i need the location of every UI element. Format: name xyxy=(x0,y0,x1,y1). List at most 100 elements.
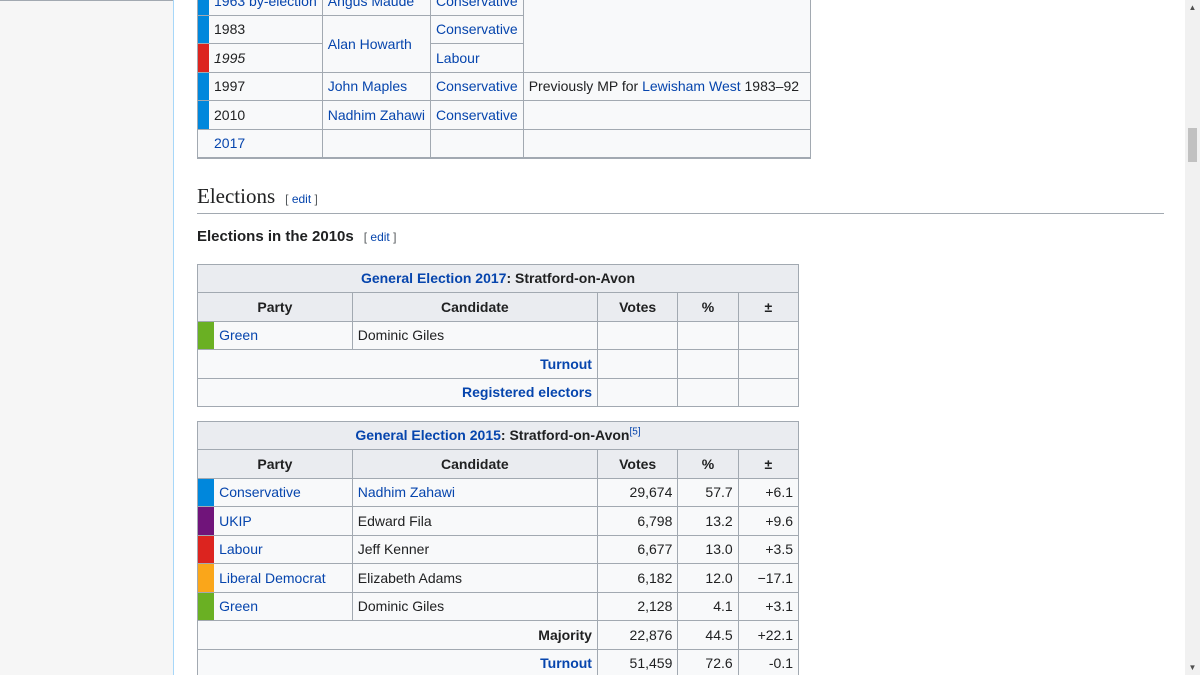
scroll-down-icon[interactable]: ▼ xyxy=(1185,660,1200,675)
party-color-swatch xyxy=(197,43,209,73)
party-color-swatch xyxy=(197,320,215,350)
mp-year: 1983 xyxy=(209,14,323,44)
votes xyxy=(596,349,679,379)
party-color-swatch xyxy=(197,14,209,44)
percent: 13.0 xyxy=(677,534,739,564)
general-election-2015-link[interactable]: General Election 2015 xyxy=(355,427,501,443)
party-link[interactable]: Green xyxy=(214,320,353,350)
percent: 4.1 xyxy=(677,591,739,621)
change: +22.1 xyxy=(737,620,800,650)
col-candidate: Candidate xyxy=(351,292,598,322)
party-color-swatch xyxy=(197,100,209,130)
table-row: 2017 xyxy=(197,128,811,159)
mp-year[interactable]: 2017 xyxy=(209,128,323,159)
percent: 44.5 xyxy=(677,620,739,650)
lewisham-west-link[interactable]: Lewisham West xyxy=(642,78,741,94)
votes: 6,798 xyxy=(596,506,679,536)
table-row: Majority 22,876 44.5 +22.1 xyxy=(197,620,800,650)
candidate: Elizabeth Adams xyxy=(351,563,598,593)
party-color-swatch xyxy=(197,71,209,101)
change xyxy=(737,320,800,350)
change: +3.1 xyxy=(737,591,800,621)
percent: 13.2 xyxy=(677,506,739,536)
party-color-swatch xyxy=(197,477,215,507)
mp-note: Previously MP for Lewisham West 1983–92 xyxy=(522,71,811,101)
article-content: 1963 by-election Angus Maude Conservativ… xyxy=(173,0,1186,675)
col-votes: Votes xyxy=(596,449,679,479)
mp-note xyxy=(522,100,811,130)
votes: 6,182 xyxy=(596,563,679,593)
votes: 2,128 xyxy=(596,591,679,621)
table-row: Turnout 51,459 72.6 -0.1 xyxy=(197,648,800,675)
party-link[interactable]: Labour xyxy=(214,534,353,564)
col-party: Party xyxy=(197,449,353,479)
votes xyxy=(596,320,679,350)
change: −17.1 xyxy=(737,563,800,593)
mp-party[interactable]: Conservative xyxy=(430,0,524,16)
mp-name[interactable]: Nadhim Zahawi xyxy=(321,100,432,130)
mp-name[interactable]: Angus Maude xyxy=(321,0,432,16)
table-row: Turnout xyxy=(197,349,800,379)
mp-year: 2010 xyxy=(209,100,323,130)
change: +9.6 xyxy=(737,506,800,536)
table-header-row: Party Candidate Votes % ± xyxy=(197,449,800,479)
left-sidebar xyxy=(0,0,173,675)
mp-year[interactable]: 1963 by-election xyxy=(209,0,323,16)
subsection-heading-elections-2010s: Elections in the 2010s[ edit ] xyxy=(197,228,397,245)
col-votes: Votes xyxy=(596,292,679,322)
table-row: UKIP Edward Fila 6,798 13.2 +9.6 xyxy=(197,506,800,536)
change: +6.1 xyxy=(737,477,800,507)
col-party: Party xyxy=(197,292,353,322)
mp-party[interactable]: Conservative xyxy=(430,100,524,130)
party-link[interactable]: UKIP xyxy=(214,506,353,536)
edit-section-link[interactable]: [ edit ] xyxy=(285,192,318,206)
table-row: Green Dominic Giles 2,128 4.1 +3.1 xyxy=(197,591,800,621)
mp-party[interactable]: Conservative xyxy=(430,14,524,44)
majority-label: Majority xyxy=(197,620,598,650)
election-table-2015: General Election 2015: Stratford-on-Avon… xyxy=(197,421,800,675)
party-link[interactable]: Conservative xyxy=(214,477,353,507)
edit-subsection-link[interactable]: [ edit ] xyxy=(364,230,397,244)
mp-party xyxy=(430,128,524,159)
reference-link[interactable]: [5] xyxy=(629,426,640,437)
party-color-swatch xyxy=(197,0,209,16)
mp-note xyxy=(522,128,811,159)
mp-name[interactable]: John Maples xyxy=(321,71,432,101)
candidate: Dominic Giles xyxy=(351,591,598,621)
col-change: ± xyxy=(737,292,800,322)
party-link[interactable]: Green xyxy=(214,591,353,621)
table-row: Conservative Nadhim Zahawi 29,674 57.7 +… xyxy=(197,477,800,507)
mp-party[interactable]: Labour xyxy=(430,43,524,73)
table-row: Liberal Democrat Elizabeth Adams 6,182 1… xyxy=(197,563,800,593)
table-row: Registered electors xyxy=(197,377,800,407)
mp-name xyxy=(321,128,432,159)
vertical-scrollbar[interactable]: ▲ ▼ xyxy=(1185,0,1200,675)
table-row: Green Dominic Giles xyxy=(197,320,800,350)
party-color-swatch xyxy=(197,563,215,593)
change xyxy=(737,349,800,379)
registered-electors-label[interactable]: Registered electors xyxy=(197,377,598,407)
candidate: Jeff Kenner xyxy=(351,534,598,564)
mp-name[interactable]: Alan Howarth xyxy=(321,14,432,73)
election-table-2017: General Election 2017: Stratford-on-Avon… xyxy=(197,264,800,407)
turnout-label[interactable]: Turnout xyxy=(197,349,598,379)
votes: 29,674 xyxy=(596,477,679,507)
mp-table: 1963 by-election Angus Maude Conservativ… xyxy=(197,0,811,159)
election-caption: General Election 2015: Stratford-on-Avon… xyxy=(197,421,799,449)
turnout-label[interactable]: Turnout xyxy=(197,648,598,675)
mp-party[interactable]: Conservative xyxy=(430,71,524,101)
table-row: 1997 John Maples Conservative Previously… xyxy=(197,71,811,101)
party-link[interactable]: Liberal Democrat xyxy=(214,563,353,593)
scrollbar-thumb[interactable] xyxy=(1188,128,1197,162)
party-color-swatch xyxy=(197,591,215,621)
percent xyxy=(677,320,739,350)
election-caption: General Election 2017: Stratford-on-Avon xyxy=(197,264,799,292)
party-color-swatch xyxy=(197,128,209,159)
table-header-row: Party Candidate Votes % ± xyxy=(197,292,800,322)
col-pct: % xyxy=(677,292,739,322)
general-election-2017-link[interactable]: General Election 2017 xyxy=(361,270,507,286)
scroll-up-icon[interactable]: ▲ xyxy=(1185,0,1200,15)
section-heading-elections: Elections[ edit ] xyxy=(197,184,1164,214)
percent: 12.0 xyxy=(677,563,739,593)
candidate-link[interactable]: Nadhim Zahawi xyxy=(351,477,598,507)
